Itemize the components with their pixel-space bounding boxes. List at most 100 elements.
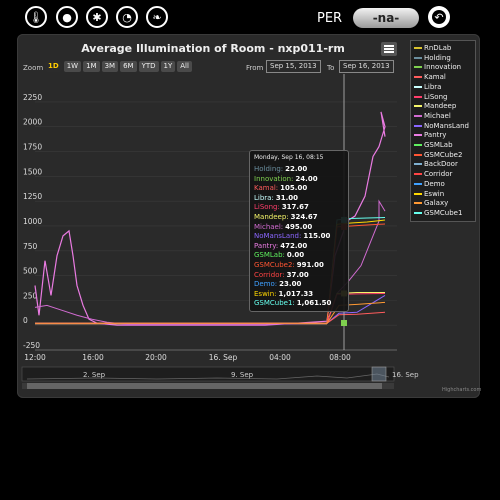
- legend-label: Mandeep: [424, 102, 457, 111]
- legend-item[interactable]: Michael: [414, 112, 451, 122]
- legend-item[interactable]: Pantry: [414, 131, 446, 141]
- legend-label: GSMLab: [424, 141, 453, 149]
- legend-item[interactable]: Innovation: [414, 63, 461, 73]
- gauge-icon[interactable]: ◔: [116, 6, 138, 28]
- tooltip-title: Monday, Sep 16, 08:15: [254, 154, 324, 161]
- tooltip-series-value: 991.00: [296, 261, 324, 269]
- x-tick-label: 20:00: [145, 353, 167, 362]
- x-tick-label: 04:00: [269, 353, 291, 362]
- tooltip-series-name: Libra:: [254, 193, 274, 202]
- navigator-selection: [371, 366, 387, 382]
- legend-label: Pantry: [424, 131, 447, 140]
- per-select[interactable]: -na-: [353, 8, 419, 28]
- y-tick-label: 0: [23, 316, 28, 325]
- tooltip-row: Libra: 31.00: [254, 194, 298, 202]
- tooltip-series-value: 23.00: [279, 280, 302, 289]
- tooltip-series-name: Mandeep:: [254, 213, 289, 221]
- thermometer-icon[interactable]: 🌡: [25, 6, 47, 28]
- legend-label: Demo: [424, 179, 445, 188]
- tooltip-series-value: 317.67: [281, 203, 309, 212]
- legend-swatch: [414, 144, 422, 146]
- legend-label: Galaxy: [424, 199, 449, 208]
- legend-label: Innovation: [424, 63, 462, 72]
- legend-item[interactable]: GSMCube2: [414, 151, 462, 161]
- legend-label: RnDLab: [424, 44, 452, 52]
- legend-item[interactable]: GSMLab: [414, 141, 453, 151]
- legend-label: BackDoor: [424, 160, 458, 169]
- navigator-scrollbar-thumb: [27, 383, 382, 389]
- x-tick-label: 12:00: [24, 353, 46, 362]
- legend-swatch: [414, 134, 422, 137]
- legend-label: NoMansLand: [424, 121, 470, 130]
- tooltip-series-value: 115.00: [303, 232, 331, 241]
- x-tick-label: 16:00: [82, 353, 104, 362]
- legend-item[interactable]: Demo: [414, 180, 445, 190]
- undo-button[interactable]: ↶: [428, 6, 450, 28]
- y-tick-label: -250: [23, 341, 40, 350]
- legend-item[interactable]: GSMCube1: [414, 209, 462, 219]
- legend-item[interactable]: Libra: [414, 83, 441, 93]
- tooltip-series-value: 472.00: [280, 241, 308, 250]
- legend-label: Libra: [424, 82, 442, 91]
- tooltip-series-name: Pantry:: [254, 241, 279, 250]
- data-point-marker: [341, 320, 347, 327]
- chart-legend: RnDLab Holding Innovation Kamal Libra LiSong M…: [410, 40, 476, 222]
- tooltip-series-name: Eswin:: [254, 289, 277, 298]
- legend-item[interactable]: Mandeep: [414, 102, 456, 112]
- tooltip-row: Kamal: 105.00: [254, 184, 307, 192]
- undo-icon: ↶: [432, 10, 446, 24]
- tooltip-series-name: Michael:: [254, 222, 284, 231]
- legend-item[interactable]: RnDLab: [414, 44, 451, 54]
- y-tick-label: 2000: [23, 118, 42, 127]
- tooltip-series-name: GSMCube1:: [254, 299, 295, 308]
- legend-item[interactable]: BackDoor: [414, 160, 458, 170]
- legend-swatch: [414, 47, 422, 49]
- legend-swatch: [414, 114, 422, 117]
- tooltip-series-name: GSMCube2:: [254, 261, 295, 269]
- legend-item[interactable]: Corridor: [414, 170, 452, 180]
- droplet-icon[interactable]: ●: [56, 6, 78, 28]
- leaf-icon[interactable]: ❧: [146, 6, 168, 28]
- tooltip-row: Michael: 495.00: [254, 223, 312, 231]
- legend-swatch: [414, 124, 422, 127]
- x-tick-label: 08:00: [329, 353, 351, 362]
- tooltip-series-value: 1,061.50: [296, 299, 332, 308]
- legend-swatch: [414, 95, 422, 98]
- tooltip-row: GSMCube1: 1,061.50: [254, 299, 331, 307]
- navigator-label: 16. Sep: [392, 371, 419, 379]
- legend-label: Corridor: [424, 170, 453, 179]
- legend-label: Holding: [424, 53, 451, 62]
- tooltip-series-value: 31.00: [275, 193, 298, 202]
- navigator-area: [21, 366, 395, 382]
- y-tick-label: 1750: [23, 143, 42, 152]
- legend-swatch: [414, 105, 422, 108]
- tooltip-series-name: Demo:: [254, 280, 278, 289]
- legend-swatch: [414, 56, 422, 59]
- tooltip-series-value: 0.00: [286, 251, 305, 260]
- molecules-icon[interactable]: ✱: [86, 6, 108, 28]
- legend-label: GSMCube1: [424, 208, 463, 217]
- tooltip-row: Innovation: 24.00: [254, 175, 318, 183]
- tooltip-row: Demo: 23.00: [254, 280, 301, 288]
- tooltip-series-value: 495.00: [285, 222, 313, 231]
- y-tick-label: 1500: [23, 167, 42, 176]
- legend-item[interactable]: Kamal: [414, 73, 446, 83]
- per-label: PER: [317, 11, 343, 26]
- navigator-label: 9. Sep: [231, 371, 254, 379]
- legend-item[interactable]: LiSong: [414, 93, 447, 103]
- tooltip-series-name: Corridor:: [254, 270, 285, 279]
- navigator-label: 2. Sep: [83, 371, 106, 379]
- tooltip-series-value: 105.00: [280, 184, 308, 193]
- tooltip-series-value: 24.00: [295, 174, 318, 183]
- tooltip-row: NoMansLand: 115.00: [254, 232, 330, 240]
- tooltip-series-name: NoMansLand:: [254, 232, 302, 241]
- legend-item[interactable]: Holding: [414, 54, 451, 64]
- chart-tooltip: Monday, Sep 16, 08:15 Holding: 22.00 Innov…: [249, 150, 349, 312]
- legend-item[interactable]: Eswin: [414, 190, 444, 200]
- credits-link[interactable]: Highcharts.com: [442, 387, 481, 393]
- tooltip-series-value: 22.00: [285, 165, 308, 173]
- tooltip-row: Corridor: 37.00: [254, 271, 309, 279]
- tooltip-row: Holding: 22.00: [254, 165, 307, 173]
- legend-item[interactable]: Galaxy: [414, 199, 448, 209]
- legend-item[interactable]: NoMansLand: [414, 122, 469, 132]
